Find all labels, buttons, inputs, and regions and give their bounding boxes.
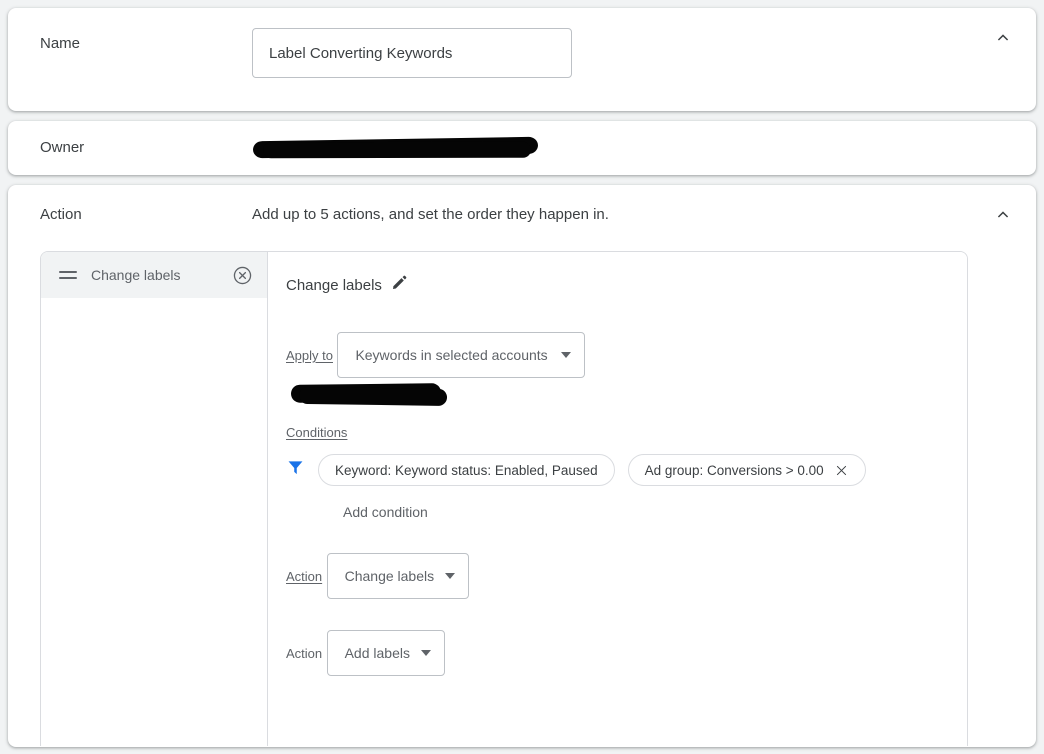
condition-chip-label: Ad group: Conversions > 0.00 — [644, 462, 824, 478]
name-collapse-button[interactable] — [990, 24, 1016, 50]
chevron-up-icon — [994, 28, 1012, 46]
add-condition-button[interactable]: Add condition — [343, 504, 428, 520]
condition-chip[interactable]: Ad group: Conversions > 0.00 — [627, 454, 866, 486]
action-editor: Change labels Change labels Apply to Key… — [40, 251, 968, 746]
owner-value — [252, 136, 1036, 160]
action-list-item-label: Change labels — [91, 267, 181, 283]
action-type-label: Action — [286, 569, 323, 584]
owner-row: Owner — [40, 136, 1036, 160]
apply-to-group: Apply to Keywords in selected accounts — [286, 323, 967, 403]
owner-label: Owner — [40, 139, 85, 156]
action-list-panel: Change labels — [41, 252, 268, 746]
action-detail-panel: Change labels Apply to Keywords in selec… — [268, 252, 967, 746]
conditions-group: Conditions Keyword: Keyword status: Enab… — [286, 424, 967, 522]
chevron-up-icon — [994, 205, 1012, 223]
action-card: Action Add up to 5 actions, and set the … — [8, 185, 1036, 747]
condition-chip-label: Keyword: Keyword status: Enabled, Paused — [335, 462, 598, 478]
detail-title-row: Change labels — [286, 274, 967, 296]
condition-chip[interactable]: Keyword: Keyword status: Enabled, Paused — [318, 454, 615, 486]
selected-accounts-redaction-mark — [290, 383, 442, 403]
action-collapse-button[interactable] — [990, 201, 1016, 227]
apply-to-select[interactable]: Keywords in selected accounts — [337, 332, 586, 378]
pencil-icon[interactable] — [391, 274, 408, 296]
action-sub-selected-value: Add labels — [344, 645, 410, 661]
apply-to-selected-value: Keywords in selected accounts — [355, 347, 548, 363]
action-label: Action — [40, 206, 82, 223]
name-label: Name — [40, 35, 81, 52]
close-icon[interactable] — [835, 463, 849, 477]
action-type-selected-value: Change labels — [344, 568, 435, 584]
settings-page: Name Owner Action Add up to 5 actions, a… — [0, 0, 1044, 754]
rule-name-input[interactable] — [252, 28, 572, 78]
owner-card: Owner — [8, 121, 1036, 175]
owner-redaction-mark — [252, 136, 539, 159]
chevron-down-icon — [561, 352, 572, 358]
action-list-item-change-labels[interactable]: Change labels — [41, 252, 267, 298]
close-circle-icon[interactable] — [231, 264, 253, 286]
action-description: Add up to 5 actions, and set the order t… — [252, 206, 609, 223]
detail-title: Change labels — [286, 276, 382, 294]
chevron-down-icon — [445, 573, 456, 579]
action-sub-label: Action — [286, 646, 323, 661]
apply-to-label: Apply to — [286, 348, 333, 363]
chevron-down-icon — [420, 650, 431, 656]
filter-funnel-icon — [286, 458, 305, 482]
action-sub-select[interactable]: Add labels — [326, 630, 445, 676]
name-card: Name — [8, 8, 1036, 111]
action-type-group: Action Change labels — [286, 544, 967, 599]
action-sub-group: Action Add labels — [286, 621, 967, 676]
conditions-row: Keyword: Keyword status: Enabled, Paused… — [286, 454, 967, 486]
action-type-select[interactable]: Change labels — [326, 553, 470, 599]
drag-handle-icon[interactable] — [59, 265, 79, 285]
name-row: Name — [40, 28, 1036, 78]
action-header-row: Action Add up to 5 actions, and set the … — [40, 203, 1036, 225]
conditions-label: Conditions — [286, 425, 348, 440]
